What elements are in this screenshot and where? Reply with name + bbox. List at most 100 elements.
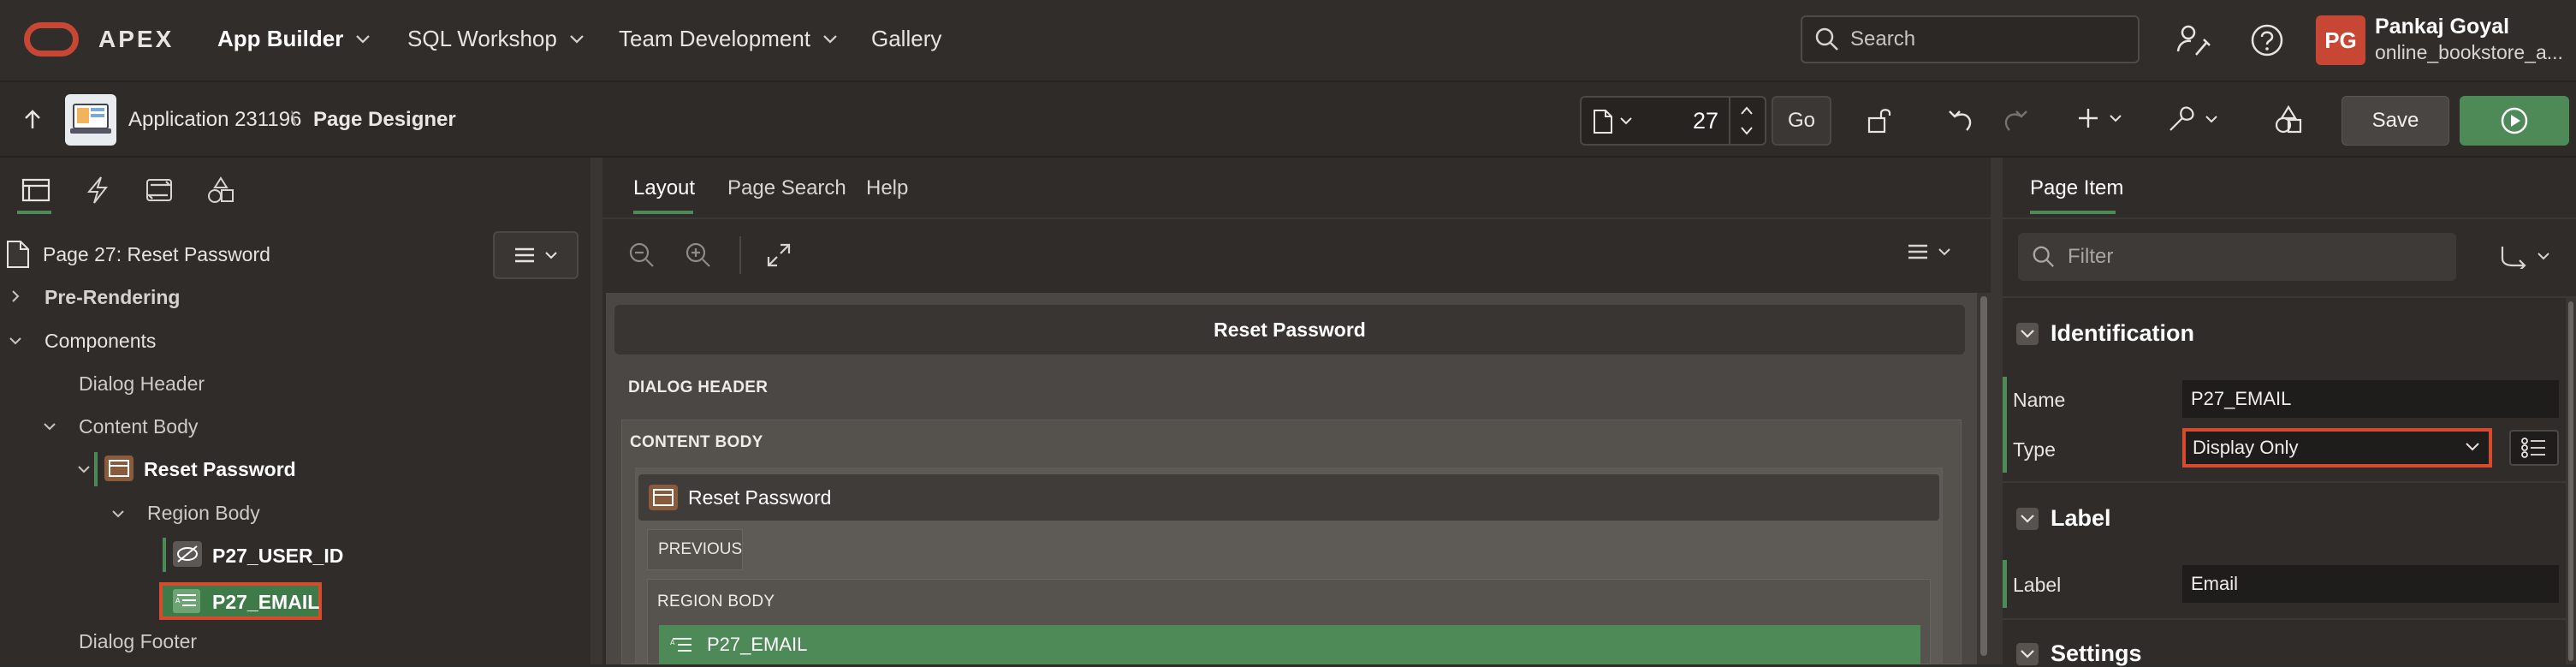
chevron-down-icon <box>545 252 557 259</box>
chevron-down-icon[interactable] <box>77 462 91 476</box>
chevron-down-icon <box>2110 115 2122 122</box>
tree-page-title[interactable]: Page 27: Reset Password <box>43 243 270 266</box>
section-region-body: REGION BODY <box>657 593 775 610</box>
nav-gallery[interactable]: Gallery <box>871 26 941 52</box>
region-header[interactable] <box>638 474 1939 521</box>
wrench-icon <box>2169 106 2194 131</box>
administration-icon[interactable] <box>2175 22 2211 58</box>
layout-menu-button[interactable] <box>1907 243 1951 260</box>
selected-page-item[interactable]: A P27_EMAIL <box>659 625 1920 664</box>
go-to-group-button[interactable] <box>2499 243 2550 269</box>
go-button[interactable]: Go <box>1772 96 1831 146</box>
create-menu-button[interactable] <box>2076 106 2122 130</box>
property-name-field[interactable]: P27_EMAIL <box>2182 380 2559 418</box>
panel-splitter[interactable] <box>591 158 602 664</box>
page-selector[interactable]: 27 <box>1580 96 1766 146</box>
page-number-input[interactable]: 27 <box>1650 108 1718 134</box>
processing-tab-icon[interactable] <box>144 175 175 205</box>
divider <box>2003 217 2576 219</box>
tree-node-reset-password[interactable]: Reset Password <box>144 458 296 481</box>
chevron-down-icon[interactable] <box>43 420 56 433</box>
nav-team-development[interactable]: Team Development <box>619 26 838 52</box>
property-type-value: Display Only <box>2193 437 2299 458</box>
redo-icon[interactable] <box>2001 106 2030 135</box>
previous-button-position[interactable]: PREVIOUS <box>647 529 743 570</box>
chevron-down-icon[interactable] <box>9 334 22 348</box>
property-scrollbar[interactable] <box>2566 298 2576 664</box>
tree-menu-button[interactable] <box>493 231 579 279</box>
breadcrumb-separator: \ <box>291 108 297 131</box>
tab-layout[interactable]: Layout <box>633 176 695 200</box>
oracle-logo-icon[interactable] <box>24 22 79 57</box>
chevron-down-icon <box>2205 116 2217 123</box>
tab-help[interactable]: Help <box>866 176 908 200</box>
tree-node-dialog-footer[interactable]: Dialog Footer <box>79 630 197 653</box>
workspace-name[interactable]: online_bookstore_a... <box>2375 41 2563 64</box>
dynamic-actions-tab-icon[interactable] <box>82 175 113 205</box>
panel-splitter[interactable] <box>1991 158 2003 664</box>
zoom-in-icon[interactable] <box>685 241 712 269</box>
section-content-body[interactable]: CONTENT BODY <box>630 433 763 452</box>
shared-components-tab-icon[interactable] <box>205 175 236 205</box>
group-identification[interactable]: Identification <box>2016 320 2194 347</box>
breadcrumb-application[interactable]: Application 231196 <box>128 108 301 132</box>
chevron-up-icon[interactable] <box>1739 104 1754 116</box>
arrow-up-icon[interactable] <box>21 108 45 132</box>
shared-components-icon[interactable] <box>2273 104 2304 135</box>
canvas-scrollbar[interactable] <box>1977 293 1991 664</box>
menu-icon <box>1908 244 1927 259</box>
dialog-title[interactable]: Reset Password <box>614 305 1965 354</box>
collapse-check-icon <box>2016 322 2039 345</box>
expand-icon[interactable] <box>765 241 792 269</box>
nav-sql-workshop[interactable]: SQL Workshop <box>407 26 585 52</box>
avatar[interactable]: PG <box>2316 15 2365 65</box>
chevron-down-icon <box>2466 443 2479 451</box>
help-icon[interactable] <box>2249 22 2285 58</box>
group-settings[interactable]: Settings <box>2016 640 2142 667</box>
tree-node-p27-user-id[interactable]: P27_USER_ID <box>212 545 343 568</box>
top-navigation-bar: APEX App Builder SQL Workshop Team Devel… <box>0 0 2576 82</box>
rendering-tab-icon[interactable] <box>21 175 51 205</box>
chevron-right-icon[interactable] <box>9 289 22 303</box>
tree-node-components[interactable]: Components <box>45 330 156 353</box>
undo-icon[interactable] <box>1946 106 1975 135</box>
nav-app-builder[interactable]: App Builder <box>217 26 371 52</box>
search-input[interactable]: Search <box>1801 15 2140 63</box>
property-type-select[interactable]: Display Only <box>2182 428 2492 467</box>
group-label-label: Label <box>2051 505 2111 531</box>
page-icon <box>1594 110 1612 134</box>
chevron-down-icon <box>570 34 584 44</box>
divider <box>2003 481 2566 483</box>
utilities-menu-button[interactable] <box>2167 104 2218 134</box>
hidden-item-icon <box>173 541 202 567</box>
tree-node-content-body[interactable]: Content Body <box>79 415 198 438</box>
tree-node-dialog-header[interactable]: Dialog Header <box>79 372 205 396</box>
property-label-field[interactable]: Email <box>2182 565 2559 603</box>
tab-page-search[interactable]: Page Search <box>727 176 846 200</box>
group-accent-bar <box>2003 560 2007 608</box>
type-list-button[interactable] <box>2509 430 2559 466</box>
tree-node-pre-rendering[interactable]: Pre-Rendering <box>45 286 180 309</box>
tree-node-p27-email[interactable]: A P27_EMAIL <box>159 582 322 620</box>
region-title: Reset Password <box>688 486 832 509</box>
run-button[interactable] <box>2460 96 2569 146</box>
app-name[interactable]: APEX <box>98 26 174 53</box>
user-name[interactable]: Pankaj Goyal <box>2375 15 2509 39</box>
group-accent-bar <box>2003 377 2007 473</box>
tab-page-item[interactable]: Page Item <box>2030 176 2123 200</box>
play-icon <box>2501 107 2528 134</box>
filter-input[interactable]: Filter <box>2018 233 2456 281</box>
active-tab-indicator <box>17 211 51 214</box>
chevron-down-icon[interactable] <box>111 507 125 521</box>
lock-page-icon[interactable] <box>1866 106 1895 135</box>
chevron-down-icon <box>823 34 837 44</box>
tree-node-label: P27_EMAIL <box>212 591 320 613</box>
section-dialog-header[interactable]: DIALOG HEADER <box>628 378 768 397</box>
save-button[interactable]: Save <box>2342 96 2449 146</box>
zoom-out-icon[interactable] <box>628 241 656 269</box>
application-icon[interactable] <box>65 94 116 146</box>
group-label[interactable]: Label <box>2016 505 2111 532</box>
tree-node-region-body[interactable]: Region Body <box>147 502 260 525</box>
chevron-down-icon[interactable] <box>1739 125 1754 137</box>
display-only-item-icon: A <box>173 589 200 613</box>
